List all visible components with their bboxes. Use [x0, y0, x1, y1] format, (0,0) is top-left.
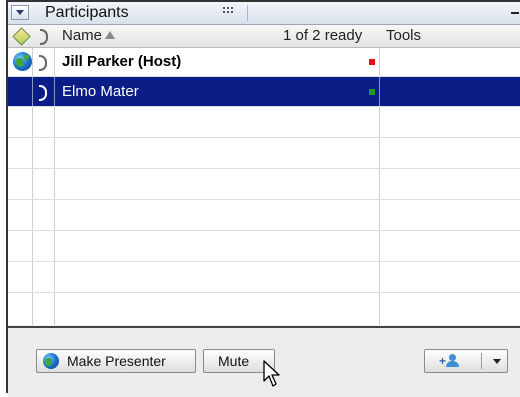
phone-icon — [40, 29, 48, 45]
name-column-label: Name — [62, 27, 103, 44]
tools-column-header[interactable]: Tools — [386, 25, 421, 47]
row-divider — [8, 137, 520, 138]
participant-row-host[interactable]: Jill Parker (Host) — [8, 47, 520, 76]
add-user-icon: + — [439, 354, 461, 368]
phone-icon[interactable] — [39, 85, 47, 101]
row-divider — [8, 199, 520, 200]
row-divider — [8, 261, 520, 262]
row-divider — [8, 168, 520, 169]
status-indicator-not-ready — [369, 59, 375, 65]
globe-icon — [43, 353, 59, 369]
mute-label: Mute — [218, 353, 250, 369]
presenter-column-header[interactable] — [8, 25, 32, 47]
grid-header: Name 1 of 2 ready Tools — [8, 25, 520, 48]
grip-icon[interactable] — [223, 7, 237, 17]
participants-grid: Name 1 of 2 ready Tools Jill Parker (Hos… — [8, 25, 520, 325]
status-indicator-ready — [369, 89, 375, 95]
column-divider — [54, 77, 55, 106]
participant-name: Elmo Mater — [62, 83, 139, 100]
column-divider — [32, 77, 33, 106]
mouse-cursor-icon — [263, 360, 280, 387]
row-divider — [8, 230, 520, 231]
row-divider — [8, 106, 520, 107]
dropdown-arrow-icon[interactable] — [493, 359, 501, 364]
invite-participant-dropdown[interactable]: + — [424, 349, 508, 373]
presenter-globe-icon — [13, 52, 32, 71]
title-separator — [247, 5, 248, 21]
participant-row-selected[interactable]: Elmo Mater — [8, 77, 520, 106]
participant-name: Jill Parker (Host) — [62, 53, 182, 70]
name-column-header[interactable]: Name — [62, 25, 116, 47]
row-divider — [8, 292, 520, 293]
make-presenter-button[interactable]: Make Presenter — [36, 349, 196, 373]
panel-title: Participants — [45, 4, 129, 21]
phone-icon[interactable] — [39, 55, 47, 71]
panel-title-bar[interactable]: Participants — [8, 2, 520, 25]
minimize-icon[interactable] — [511, 12, 519, 14]
participants-panel: Participants Name 1 of 2 ready Tools Jil… — [6, 0, 520, 397]
make-presenter-label: Make Presenter — [67, 353, 166, 369]
ready-count-header: 1 of 2 ready — [283, 27, 363, 44]
column-divider — [379, 77, 380, 106]
audio-column-header[interactable] — [32, 25, 54, 47]
sort-ascending-icon — [105, 31, 116, 39]
dropdown-separator — [481, 353, 482, 369]
presenter-diamond-icon — [12, 27, 31, 46]
collapse-arrow-icon[interactable] — [11, 5, 29, 20]
